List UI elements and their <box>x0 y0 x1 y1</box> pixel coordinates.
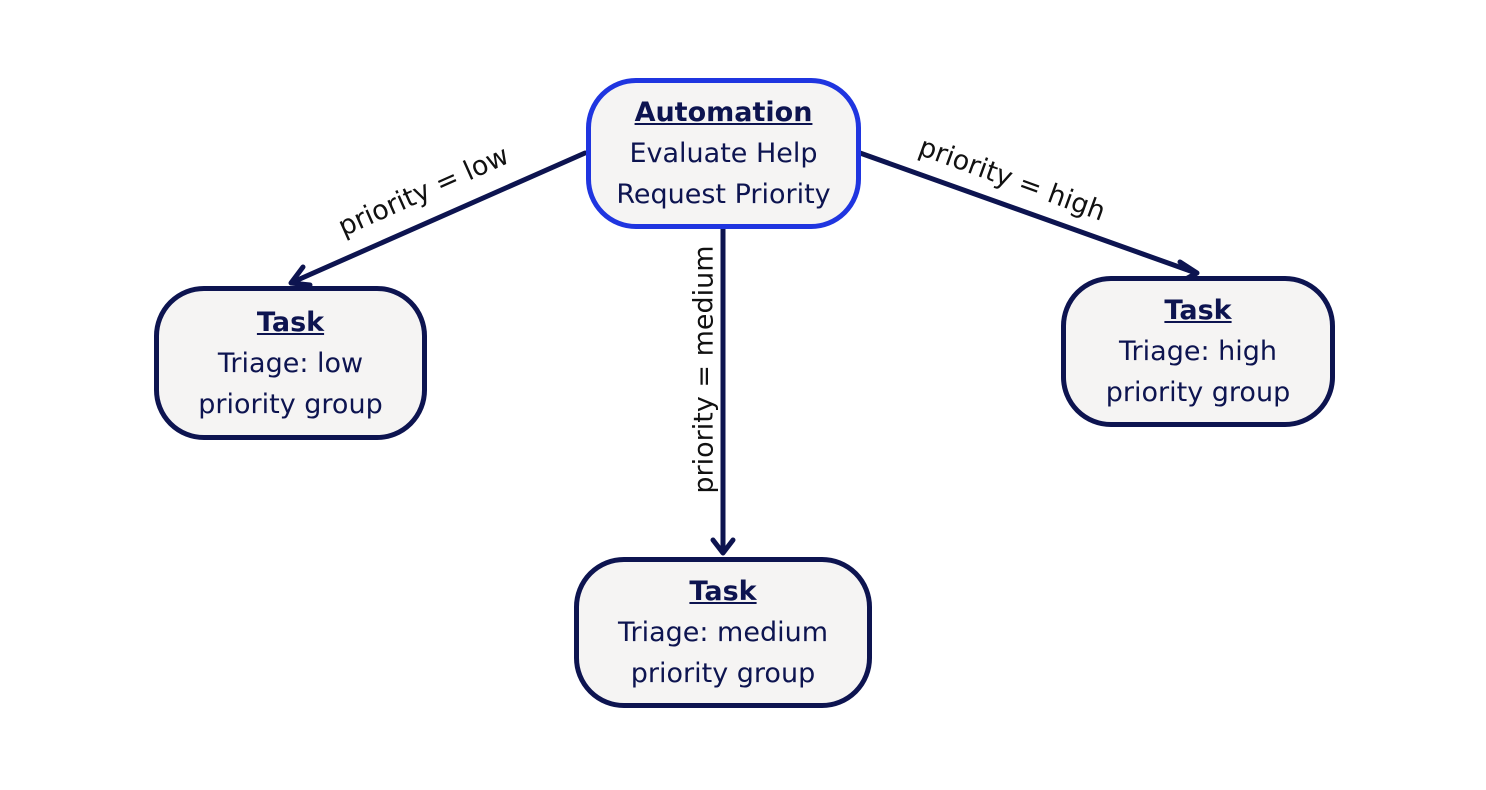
task-node-medium[interactable]: Task Triage: medium priority group <box>574 557 872 708</box>
node-text: Triage: low <box>217 347 364 379</box>
node-type: Automation <box>634 97 813 128</box>
task-node-low[interactable]: Task Triage: low priority group <box>154 286 427 440</box>
node-text: Request Priority <box>616 179 831 210</box>
node-type: Task <box>256 306 325 338</box>
automation-node[interactable]: Automation Evaluate Help Request Priorit… <box>586 78 861 229</box>
node-text: Triage: medium <box>617 617 829 648</box>
node-text: priority group <box>630 658 816 689</box>
node-text: priority group <box>1105 377 1291 408</box>
node-text: Triage: high <box>1119 336 1277 367</box>
node-type: Task <box>689 576 757 607</box>
task-node-high[interactable]: Task Triage: high priority group <box>1061 276 1335 427</box>
node-type: Task <box>1164 295 1232 326</box>
node-text: priority group <box>198 388 383 420</box>
edge-label-medium: priority = medium <box>688 245 720 494</box>
node-text: Evaluate Help <box>629 138 818 169</box>
